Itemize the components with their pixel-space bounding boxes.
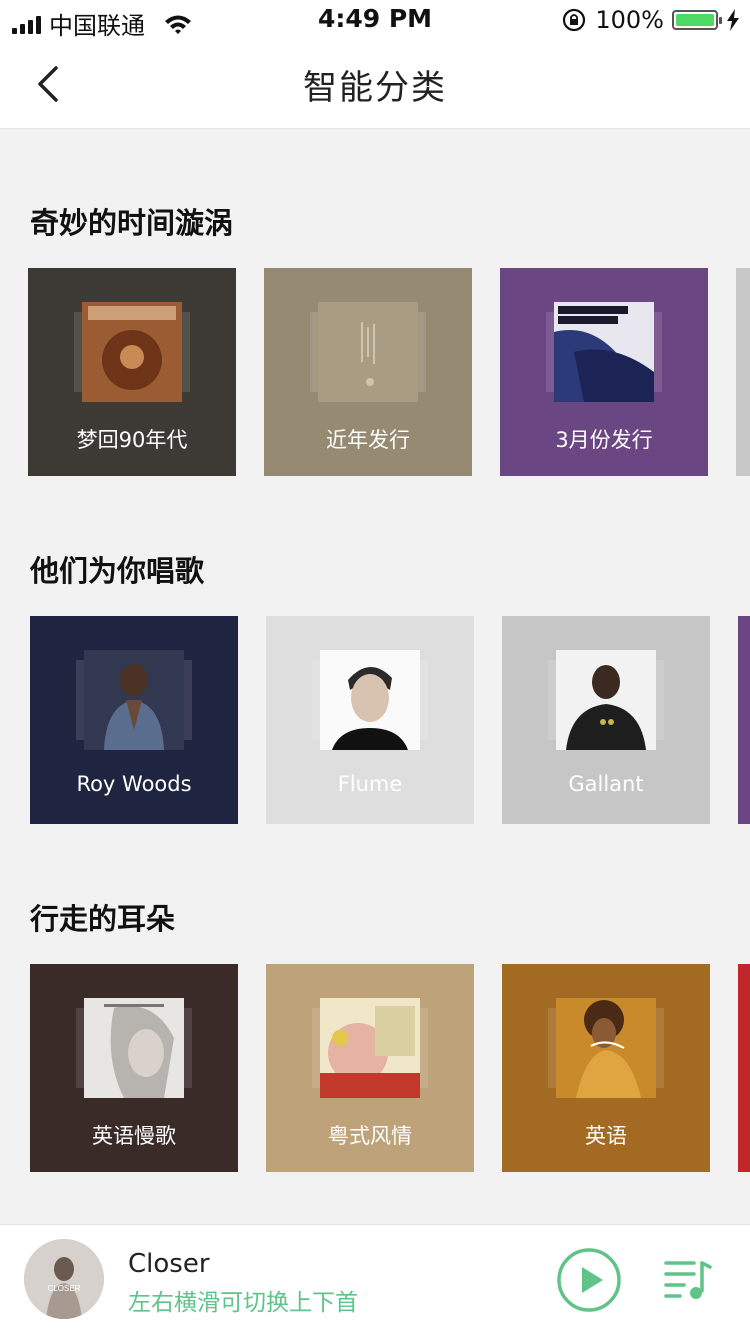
artist-photo-art xyxy=(320,650,420,750)
category-card-english-ballads[interactable]: 英语慢歌 xyxy=(30,964,238,1172)
album-cover xyxy=(76,998,192,1098)
album-cover xyxy=(548,998,664,1098)
album-cover-art xyxy=(554,302,654,402)
section-title-time-vortex: 奇妙的时间漩涡 xyxy=(30,206,234,240)
album-cover-art xyxy=(84,998,184,1098)
category-row-3[interactable]: 英语慢歌 粤式风情 英语 xyxy=(0,964,750,1172)
artist-photo-art xyxy=(84,650,184,750)
artist-photo-art xyxy=(556,650,656,750)
artist-label: Gallant xyxy=(568,772,644,796)
battery-percent: 100% xyxy=(595,6,664,34)
category-card-english[interactable]: 英语 xyxy=(502,964,710,1172)
next-card-peek[interactable] xyxy=(738,616,750,824)
next-card-peek[interactable] xyxy=(736,268,750,476)
nav-bar: 智能分类 xyxy=(0,40,750,129)
mini-player[interactable]: CLOSER Closer 左右横滑可切换上下首 xyxy=(0,1224,750,1335)
category-row-1[interactable]: 梦回90年代 近年发行 3月份发行 xyxy=(0,268,750,476)
artist-photo xyxy=(548,650,664,750)
next-card-peek[interactable] xyxy=(738,964,750,1172)
now-playing-cover-art: CLOSER xyxy=(24,1239,104,1319)
artist-photo xyxy=(312,650,428,750)
play-button[interactable] xyxy=(556,1247,622,1313)
artist-label: Flume xyxy=(337,772,403,796)
now-playing-title: Closer xyxy=(128,1249,210,1279)
playlist-button[interactable] xyxy=(664,1257,712,1301)
section-title-sing-for-you: 他们为你唱歌 xyxy=(30,554,205,588)
battery-icon xyxy=(672,10,722,30)
category-card-recent[interactable]: 近年发行 xyxy=(264,268,472,476)
artist-card-roy-woods[interactable]: Roy Woods xyxy=(30,616,238,824)
artist-label: Roy Woods xyxy=(76,772,192,796)
now-playing-cover[interactable]: CLOSER xyxy=(24,1239,104,1319)
album-cover-art xyxy=(556,998,656,1098)
artist-card-gallant[interactable]: Gallant xyxy=(502,616,710,824)
artist-photo xyxy=(76,650,192,750)
category-label: 3月份发行 xyxy=(555,428,653,452)
album-cover-art xyxy=(318,302,418,402)
cover-text: CLOSER xyxy=(48,1284,81,1293)
album-cover xyxy=(546,302,662,402)
rotation-lock-icon xyxy=(563,8,586,32)
album-cover-art xyxy=(320,998,420,1098)
category-label: 英语慢歌 xyxy=(92,1124,176,1148)
album-cover xyxy=(74,302,190,402)
charging-bolt-icon xyxy=(727,9,739,31)
album-cover xyxy=(312,998,428,1098)
status-bar: 中国联通 4:49 PM 100% xyxy=(0,0,750,40)
section-title-walking-ears: 行走的耳朵 xyxy=(30,902,176,936)
category-label: 梦回90年代 xyxy=(76,428,188,452)
now-playing-hint: 左右横滑可切换上下首 xyxy=(128,1290,358,1316)
category-label: 英语 xyxy=(585,1124,627,1148)
album-cover xyxy=(310,302,426,402)
album-cover-art xyxy=(82,302,182,402)
category-card-cantonese[interactable]: 粤式风情 xyxy=(266,964,474,1172)
category-label: 粤式风情 xyxy=(328,1124,412,1148)
status-right: 100% xyxy=(561,6,740,34)
category-card-90s[interactable]: 梦回90年代 xyxy=(28,268,236,476)
category-card-march[interactable]: 3月份发行 xyxy=(500,268,708,476)
artist-card-flume[interactable]: Flume xyxy=(266,616,474,824)
category-label: 近年发行 xyxy=(326,428,410,452)
page-title: 智能分类 xyxy=(303,68,447,108)
category-row-2[interactable]: Roy Woods Flume Gallant xyxy=(0,616,750,824)
